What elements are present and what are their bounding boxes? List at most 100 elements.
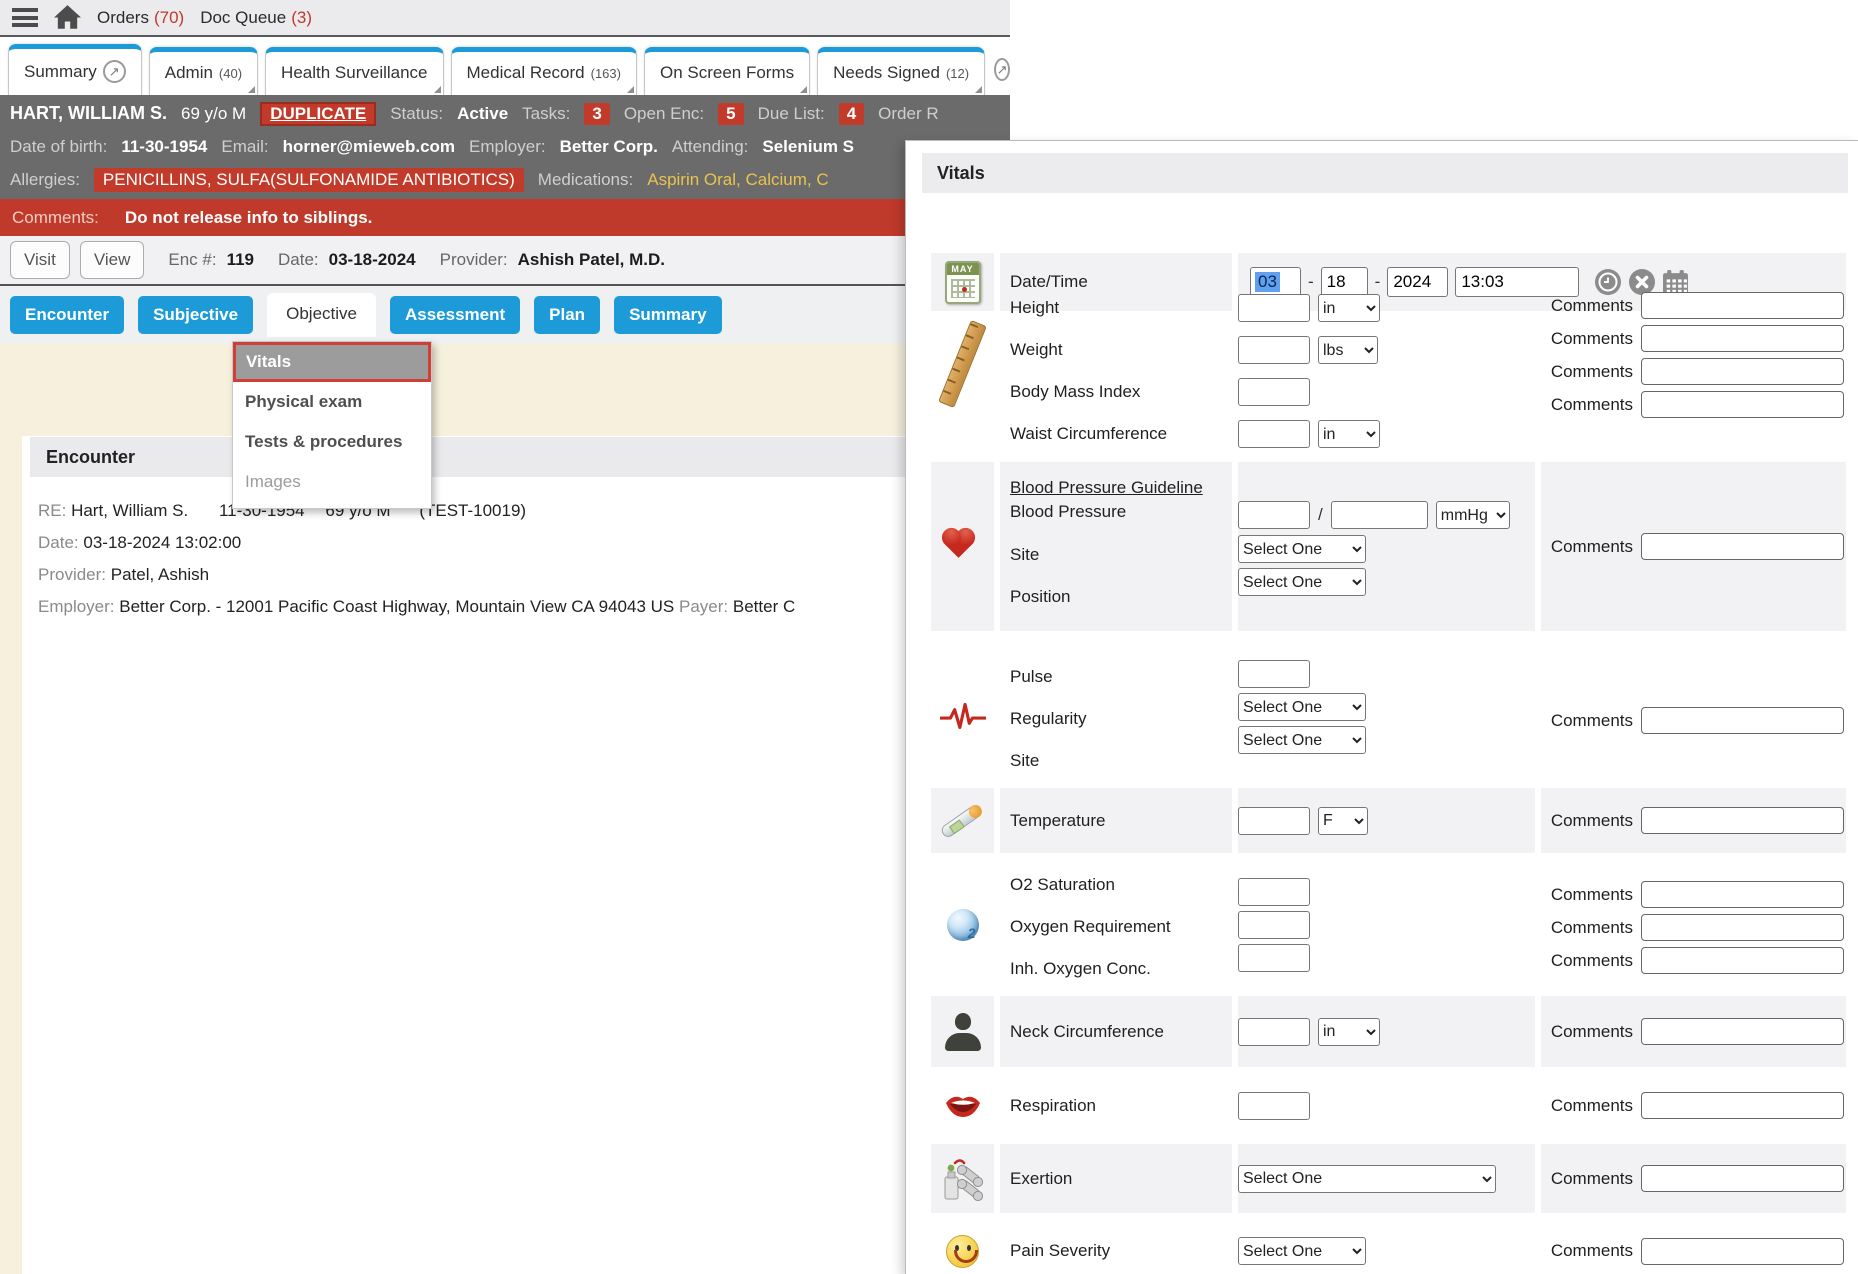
bp-site-select[interactable]: Select One xyxy=(1238,535,1366,563)
exertion-comments-input[interactable] xyxy=(1641,1165,1844,1192)
menu-item-physical-exam[interactable]: Physical exam xyxy=(233,382,431,422)
bmi-input[interactable] xyxy=(1238,378,1310,406)
weight-input[interactable] xyxy=(1238,336,1310,364)
bp-comments-input[interactable] xyxy=(1641,533,1844,560)
popout-icon[interactable]: ↗ xyxy=(103,60,126,83)
tab-summary-soap[interactable]: Summary xyxy=(614,296,721,334)
duplicate-badge[interactable]: DUPLICATE xyxy=(260,102,376,126)
waist-comments-input[interactable] xyxy=(1641,391,1844,418)
menu-item-tests-procedures[interactable]: Tests & procedures xyxy=(233,422,431,462)
objective-dropdown-menu: Vitals Physical exam Tests & procedures … xyxy=(232,341,432,509)
comments-label: Comments xyxy=(1541,1169,1633,1189)
mouth-icon xyxy=(931,1076,994,1135)
pain-comments-input[interactable] xyxy=(1641,1238,1844,1265)
encounter-content-area: Encounter RE: Hart, William S. 11-30-195… xyxy=(0,344,1010,1274)
encounter-card-title: Encounter xyxy=(30,437,1010,477)
tab-admin-count: (40) xyxy=(219,66,242,81)
neck-comments-input[interactable] xyxy=(1641,1018,1844,1045)
temperature-fields: F xyxy=(1238,788,1535,853)
webchart-app: Orders (70) Doc Queue (3) Summary ↗ Admi… xyxy=(0,0,1858,1274)
weight-unit-select[interactable]: lbs xyxy=(1318,336,1378,364)
visit-button[interactable]: Visit xyxy=(10,241,70,279)
bmi-comments-input[interactable] xyxy=(1641,358,1844,385)
bp-diastolic-input[interactable] xyxy=(1331,501,1428,529)
tab-plan[interactable]: Plan xyxy=(534,296,600,334)
vitals-row-neck: Neck Circumference in Comments xyxy=(931,996,1846,1067)
allergies-badge[interactable]: PENICILLINS, SULFA(SULFONAMIDE ANTIBIOTI… xyxy=(94,168,524,192)
o2-saturation-input[interactable] xyxy=(1238,878,1310,906)
tab-summary-label: Summary xyxy=(24,62,97,82)
employer-value: Better Corp. - 12001 Pacific Coast Highw… xyxy=(119,597,674,616)
menu-item-images[interactable]: Images xyxy=(233,462,431,502)
oxygen-fields xyxy=(1238,856,1535,993)
tab-health-surveillance[interactable]: Health Surveillance xyxy=(265,47,443,95)
waist-unit-select[interactable]: in xyxy=(1318,420,1380,448)
email-value: horner@mieweb.com xyxy=(283,137,455,157)
tasks-count-badge[interactable]: 3 xyxy=(584,103,609,125)
tab-subjective[interactable]: Subjective xyxy=(138,296,253,334)
neck-unit-select[interactable]: in xyxy=(1318,1018,1380,1046)
vitals-section-anthropometrics: Height Weight Body Mass Index Waist Circ… xyxy=(931,279,1846,449)
tab-medical-record-label: Medical Record xyxy=(467,63,585,83)
height-unit-select[interactable]: in xyxy=(1318,294,1380,322)
open-enc-count-badge[interactable]: 5 xyxy=(718,103,743,125)
view-button[interactable]: View xyxy=(80,241,145,279)
neck-input[interactable] xyxy=(1238,1018,1310,1046)
pulse-label: Pulse xyxy=(1000,656,1232,698)
tab-objective[interactable]: Objective xyxy=(267,293,376,337)
bp-unit-select[interactable]: mmHg xyxy=(1436,501,1510,529)
oxygen-requirement-input[interactable] xyxy=(1238,911,1310,939)
tab-health-surveillance-label: Health Surveillance xyxy=(281,63,427,83)
pain-fields: Select One xyxy=(1238,1221,1535,1274)
bp-position-select[interactable]: Select One xyxy=(1238,568,1366,596)
order-label: Order R xyxy=(878,104,938,124)
re-patient-name: Hart, William S. xyxy=(71,501,188,520)
doc-queue-nav-item[interactable]: Doc Queue (3) xyxy=(200,8,312,28)
inh-oxygen-input[interactable] xyxy=(1238,944,1310,972)
o2-saturation-comments-input[interactable] xyxy=(1641,881,1844,908)
orders-nav-item[interactable]: Orders (70) xyxy=(97,8,184,28)
tab-admin[interactable]: Admin (40) xyxy=(149,47,258,95)
comments-label: Comments xyxy=(1541,951,1633,971)
weight-comments-input[interactable] xyxy=(1641,325,1844,352)
exertion-select[interactable]: Select One xyxy=(1238,1165,1496,1193)
vitals-section-pulse: Pulse Regularity Site Select One Select … xyxy=(931,648,1846,785)
popout-icon[interactable]: ↗ xyxy=(994,58,1010,81)
bp-guideline-link[interactable]: Blood Pressure Guideline xyxy=(1010,478,1203,498)
heart-icon xyxy=(931,462,994,631)
respiration-input[interactable] xyxy=(1238,1092,1310,1120)
temperature-unit-select[interactable]: F xyxy=(1318,807,1368,835)
employer-value: Better Corp. xyxy=(560,137,658,157)
medications-links[interactable]: Aspirin Oral, Calcium, C xyxy=(647,170,828,190)
tab-medical-record[interactable]: Medical Record (163) xyxy=(451,47,637,95)
temperature-comments-input[interactable] xyxy=(1641,807,1844,834)
waist-input[interactable] xyxy=(1238,420,1310,448)
height-input[interactable] xyxy=(1238,294,1310,322)
tab-encounter[interactable]: Encounter xyxy=(10,296,124,334)
menu-item-vitals[interactable]: Vitals xyxy=(233,342,431,382)
bmi-label: Body Mass Index xyxy=(1000,371,1232,413)
inh-oxygen-comments-input[interactable] xyxy=(1641,947,1844,974)
pulse-site-select[interactable]: Select One xyxy=(1238,726,1366,754)
pulse-comments-input[interactable] xyxy=(1641,707,1844,734)
tab-needs-signed[interactable]: Needs Signed (12) xyxy=(817,47,985,95)
tab-assessment[interactable]: Assessment xyxy=(390,296,520,334)
temperature-input[interactable] xyxy=(1238,807,1310,835)
doc-queue-label: Doc Queue xyxy=(200,8,286,28)
regularity-select[interactable]: Select One xyxy=(1238,693,1366,721)
tab-summary[interactable]: Summary ↗ xyxy=(8,44,142,95)
height-comments-input[interactable] xyxy=(1641,292,1844,319)
bp-systolic-input[interactable] xyxy=(1238,501,1310,529)
pain-severity-select[interactable]: Select One xyxy=(1238,1237,1366,1265)
hamburger-menu-icon[interactable] xyxy=(12,8,38,27)
pulse-input[interactable] xyxy=(1238,660,1310,688)
home-icon[interactable] xyxy=(54,5,81,30)
employer-label: Employer: xyxy=(469,137,546,157)
o2-saturation-label: O2 Saturation xyxy=(1000,864,1232,906)
regularity-label: Regularity xyxy=(1000,698,1232,740)
respiration-comments-input[interactable] xyxy=(1641,1092,1844,1119)
tab-on-screen-forms[interactable]: On Screen Forms xyxy=(644,47,810,95)
due-list-count-badge[interactable]: 4 xyxy=(839,103,864,125)
oxygen-requirement-comments-input[interactable] xyxy=(1641,914,1844,941)
bp-site-label: Site xyxy=(1000,534,1232,576)
